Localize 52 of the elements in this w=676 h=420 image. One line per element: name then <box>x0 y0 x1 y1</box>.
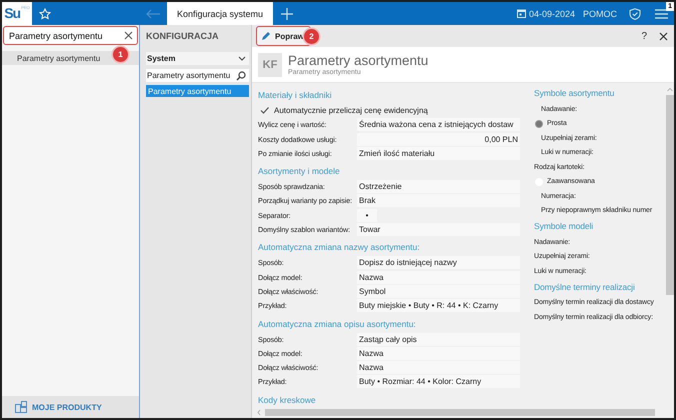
help-link[interactable]: POMOC <box>582 8 617 18</box>
field-value[interactable]: Zastąp cały opis <box>357 332 520 346</box>
add-tab-icon[interactable] <box>281 8 294 20</box>
shield-check-icon[interactable] <box>629 8 641 20</box>
search-field[interactable]: Parametry asortymentu <box>146 69 249 82</box>
section-title: Symbole asortymentu <box>534 88 614 98</box>
section-title: Kody kreskowe <box>258 394 316 405</box>
field-value[interactable]: Towar <box>357 223 520 236</box>
favorites-star-icon[interactable] <box>39 8 51 20</box>
search-field[interactable]: Parametry asortymentu <box>3 26 138 45</box>
field-value[interactable]: Symbol <box>357 284 520 298</box>
tab[interactable]: Konfiguracja systemu <box>167 2 274 25</box>
field-value[interactable]: Nazwa <box>357 361 520 374</box>
pencil-icon <box>261 31 271 41</box>
checkbox[interactable] <box>260 106 269 115</box>
help-button[interactable]: ? <box>641 30 647 42</box>
field-value[interactable]: • <box>357 208 377 222</box>
field-value[interactable]: Buty • Rozmiar: 44 • Kolor: Czarny <box>357 375 520 388</box>
horizontal-scrollbar[interactable] <box>256 409 656 416</box>
checkbox-label: Automatycznie przeliczaj cenę ewidencyjną <box>274 106 428 115</box>
edit-button[interactable]: Popraw <box>256 26 311 46</box>
page-title: Parametry asortymentu <box>288 52 428 68</box>
radio-button[interactable] <box>535 120 543 128</box>
field-value[interactable]: Nazwa <box>357 270 520 284</box>
section-title: Automatyczna zmiana opisu asortymentu: <box>258 318 416 329</box>
section-title: Materiały i składniki <box>258 90 332 100</box>
field-value[interactable]: Średnia ważona cena z istniejących dostaw <box>357 118 520 132</box>
nav-item[interactable]: Parametry asortymentu <box>146 85 249 97</box>
grid-icon <box>15 401 27 413</box>
section-title: Automatyczna zmiana nazwy asortymentu: <box>258 242 420 252</box>
field-value[interactable]: Dopisz do istniejącej nazwy <box>357 256 520 270</box>
field-value[interactable]: Brak <box>357 194 520 208</box>
search-icon <box>236 70 246 80</box>
field-value[interactable]: Ostrzeżenie <box>357 180 520 194</box>
field-value[interactable]: 0,00 PLN <box>357 132 520 146</box>
field-value[interactable]: Buty miejskie • Buty • R: 44 • K: Czarny <box>357 299 520 312</box>
field-value[interactable]: Nazwa <box>357 346 520 360</box>
section-title: Symbole modeli <box>534 221 594 231</box>
field-value[interactable]: Zmień ilość materiału <box>357 146 520 160</box>
panel-title: KONFIGURACJA <box>146 31 219 43</box>
date[interactable]: 04-09-2024 <box>528 8 575 18</box>
section-title: Domyślne terminy realizacji <box>534 282 635 292</box>
menu-icon[interactable] <box>655 8 668 18</box>
section-title: Asortymenty i modele <box>258 166 340 176</box>
annotation-marker: 2 <box>304 29 319 44</box>
chevron-down-icon <box>238 56 246 61</box>
annotation-marker: 1 <box>113 47 128 62</box>
initials-avatar: KF <box>258 52 282 76</box>
close-icon[interactable] <box>124 31 133 40</box>
close-icon[interactable] <box>659 32 668 40</box>
category-dropdown[interactable]: System <box>146 52 249 65</box>
calendar-icon <box>516 9 526 18</box>
